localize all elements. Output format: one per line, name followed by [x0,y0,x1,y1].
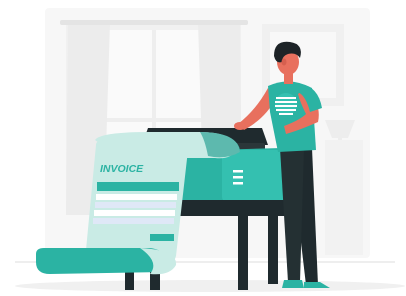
invoice-title: INVOICE [100,163,144,175]
invoice-line [94,210,175,216]
invoice-printer-illustration: INVOICE [15,8,405,292]
invoice-line [93,218,174,224]
illustration-scene: INVOICE [0,0,406,296]
floor-shadow [15,280,405,292]
invoice-header-bar [97,182,179,191]
invoice-total-bar [150,234,174,241]
invoice-line [95,202,176,208]
invoice-line [96,194,177,200]
